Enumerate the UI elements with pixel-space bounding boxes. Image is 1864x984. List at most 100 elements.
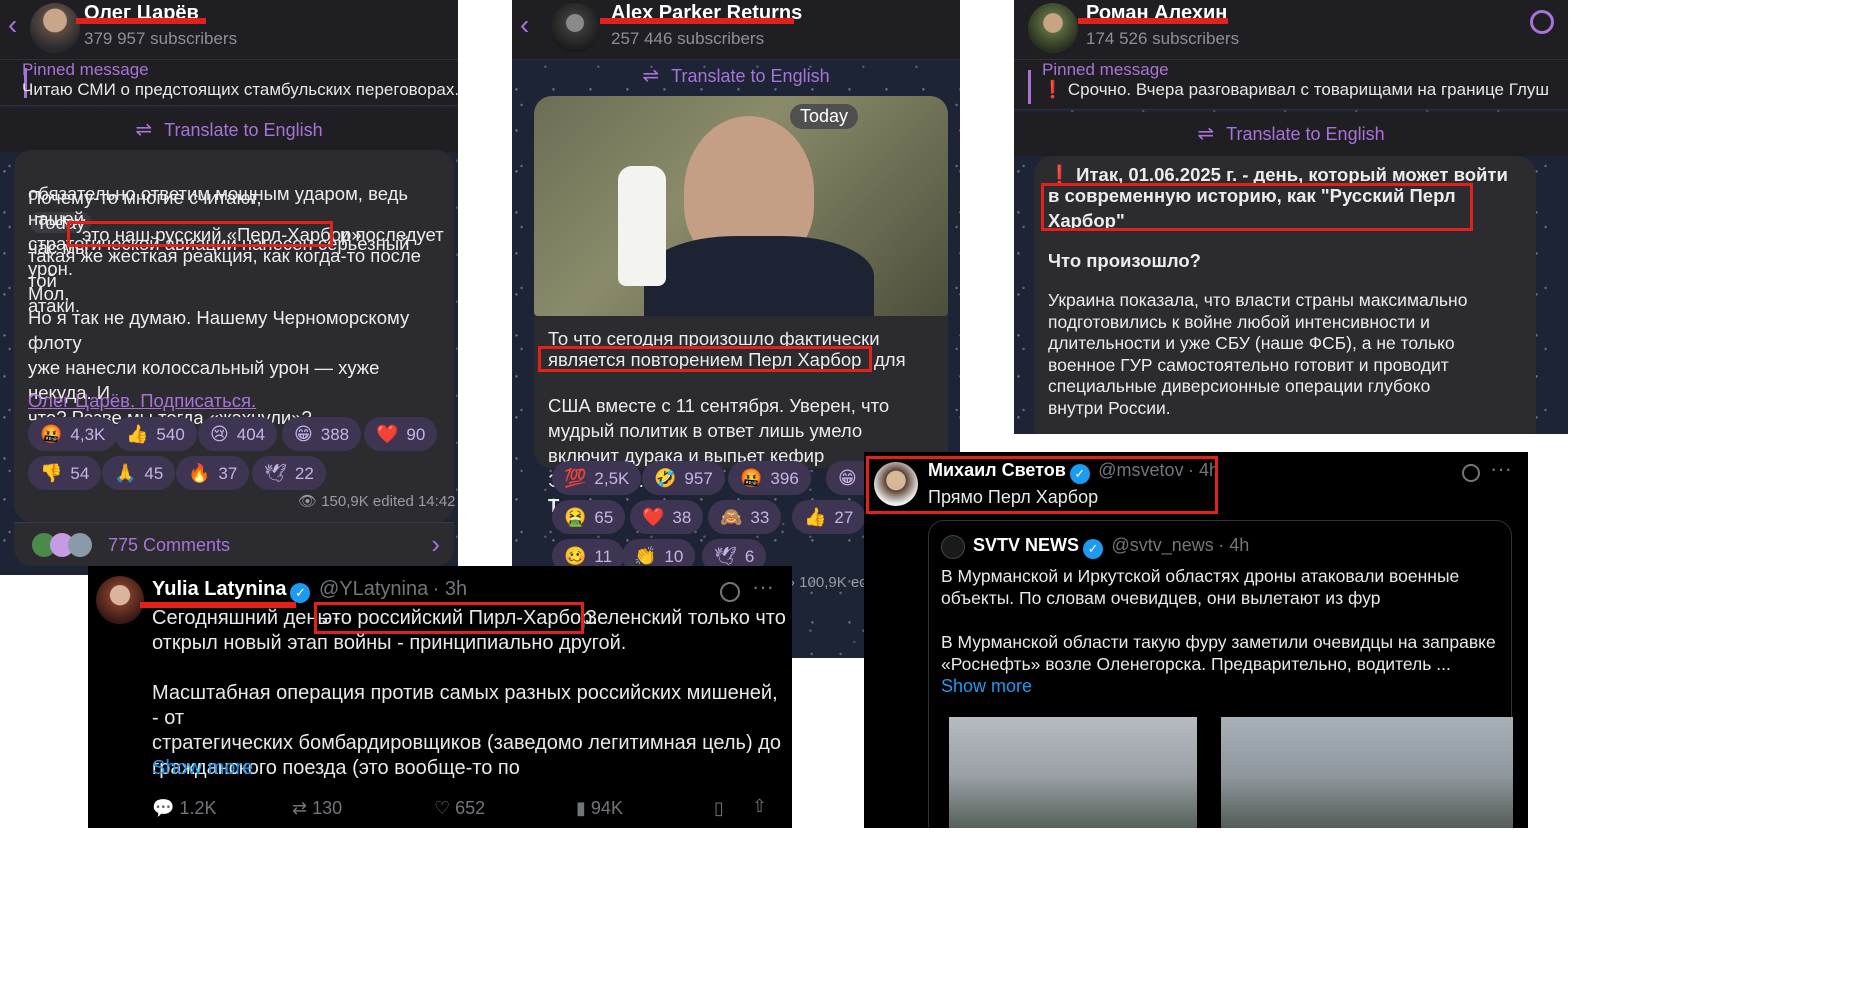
verified-badge-icon: ✓ xyxy=(1083,539,1104,559)
back-arrow-icon[interactable]: ‹ xyxy=(520,10,529,40)
translate-label: Translate to English xyxy=(1226,124,1385,144)
channel-header: Роман Алехин 174 526 subscribers xyxy=(1014,0,1568,60)
message-body: Украина показала, что власти страны макс… xyxy=(1048,290,1468,418)
back-arrow-icon[interactable]: ‹ xyxy=(8,10,17,40)
quoted-time: · 4h xyxy=(1218,535,1250,555)
reaction-count: 6 xyxy=(744,547,755,566)
quoted-image-1[interactable] xyxy=(949,717,1197,828)
channel-avatar[interactable] xyxy=(30,3,80,53)
show-more-link[interactable]: Show more xyxy=(152,757,253,780)
reaction-count: 65 xyxy=(594,508,614,527)
reaction-count: 4,3K xyxy=(70,425,106,444)
repost-icon: ⇄ xyxy=(292,798,308,818)
reaction-count: 2,5K xyxy=(594,469,630,488)
reaction-emoji-icon: ❤️ xyxy=(642,507,665,527)
like-count: 652 xyxy=(455,798,486,818)
reaction-chip[interactable]: 😢 404 xyxy=(198,417,278,451)
avatar[interactable] xyxy=(96,576,144,624)
more-icon[interactable]: ··· xyxy=(1490,456,1512,482)
translate-bar[interactable]: ⇌ Translate to English xyxy=(512,54,960,98)
translate-icon: ⇌ xyxy=(135,119,153,141)
reaction-emoji-icon: 🙈 xyxy=(720,507,743,527)
reaction-chip[interactable]: 👎 54 xyxy=(28,456,102,490)
reaction-chip[interactable]: 🤬 4,3K xyxy=(28,417,118,451)
grok-icon[interactable] xyxy=(720,582,740,602)
reaction-chip[interactable]: 🕊 22 xyxy=(252,456,326,490)
chevron-right-icon: › xyxy=(431,529,440,559)
more-icon[interactable]: ··· xyxy=(752,574,774,600)
reaction-chip[interactable]: 🙏 45 xyxy=(102,456,176,490)
author-name[interactable]: Yulia Latynina xyxy=(152,578,286,600)
pinned-text: Читаю СМИ о предстоящих стамбульских пер… xyxy=(22,80,458,99)
message-subheading: Что произошло? xyxy=(1048,250,1201,271)
show-more-link[interactable]: Show more xyxy=(941,676,1032,697)
quoted-tweet[interactable]: SVTV NEWS ✓ @svtv_news · 4h В Мурманской … xyxy=(928,520,1513,828)
repost-button[interactable]: ⇄ 130 xyxy=(292,798,342,819)
reaction-chip[interactable]: 🤮 65 xyxy=(552,500,626,534)
reaction-count: 396 xyxy=(770,469,799,488)
pinned-message-bar[interactable]: Pinned message ❗ Срочно. Вчера разговари… xyxy=(1014,60,1568,110)
bookmark-icon[interactable]: ▯ xyxy=(714,798,724,819)
tweet-svetov: Михаил Светов ✓ @msvetov · 4h Прямо Перл … xyxy=(864,452,1528,828)
reaction-chip[interactable]: 👍 27 xyxy=(792,500,866,534)
reaction-count: 10 xyxy=(664,547,684,566)
search-icon[interactable] xyxy=(1530,10,1554,34)
signature-link[interactable]: Олег Царёв. Подписаться. xyxy=(28,388,256,413)
reaction-chip[interactable]: ❤️ 90 xyxy=(364,417,438,451)
channel-avatar[interactable] xyxy=(1028,3,1078,53)
today-badge: Today xyxy=(790,104,859,129)
red-underline-annotation xyxy=(600,18,794,24)
author-handle[interactable]: @YLatynina xyxy=(319,578,428,600)
translate-label: Translate to English xyxy=(671,66,830,86)
share-icon[interactable]: ⇧ xyxy=(752,796,767,817)
repost-count: 130 xyxy=(312,798,343,818)
tweet-text-start: Сегодняшний день - xyxy=(152,607,341,629)
reaction-count: 38 xyxy=(672,508,692,527)
red-box-annotation xyxy=(1041,183,1473,231)
telegram-panel-tsarev: ‹ Олег Царёв 379 957 subscribers Pinned … xyxy=(0,0,458,575)
tweet-text-after: Зеленский только что xyxy=(585,607,786,629)
views-count: 94K xyxy=(590,798,623,818)
reaction-chip[interactable]: 🤬 396 xyxy=(728,461,811,495)
reaction-count: 27 xyxy=(834,508,854,527)
channel-avatar[interactable] xyxy=(550,3,600,53)
reaction-chip[interactable]: 😁 388 xyxy=(282,417,362,451)
reaction-chip[interactable]: 💯 2,5K xyxy=(552,461,642,495)
pinned-title: Pinned message xyxy=(22,60,149,79)
reaction-chip[interactable]: 👍 540 xyxy=(114,417,197,451)
reaction-emoji-icon: 😁 xyxy=(838,468,857,488)
pinned-message-bar[interactable]: Pinned message Читаю СМИ о предстоящих с… xyxy=(0,60,458,106)
comments-label: 775 Comments xyxy=(108,535,231,555)
reaction-chip[interactable]: 🙈 33 xyxy=(708,500,782,534)
quoted-image-2[interactable] xyxy=(1221,717,1513,828)
photo-suit xyxy=(644,236,874,316)
tweet-latynina: Yulia Latynina ✓ @YLatynina · 3h ··· Сего… xyxy=(88,566,792,828)
views-button[interactable]: ▮ 94K xyxy=(576,798,623,819)
pinned-title: Pinned message xyxy=(1042,60,1169,79)
translate-icon: ⇌ xyxy=(642,65,660,87)
message-photo[interactable]: Today xyxy=(534,96,948,316)
channel-header: ‹ Олег Царёв 379 957 subscribers xyxy=(0,0,458,60)
reaction-emoji-icon: 🕊 xyxy=(714,546,737,566)
quoted-paragraph-2: В Мурманской области такую фуру заметили… xyxy=(941,632,1496,674)
like-button[interactable]: ♡ 652 xyxy=(434,798,485,819)
comments-bar[interactable]: 775 Comments › xyxy=(14,522,454,566)
reaction-chip[interactable]: 🔥 37 xyxy=(176,456,250,490)
reaction-count: 11 xyxy=(594,547,613,566)
grok-icon[interactable] xyxy=(1462,464,1480,482)
heart-icon: ♡ xyxy=(434,798,451,818)
reply-icon: 💬 xyxy=(152,798,175,818)
reaction-chip[interactable]: ❤️ 38 xyxy=(630,500,704,534)
reaction-count: 388 xyxy=(320,425,350,444)
translate-bar[interactable]: ⇌ Translate to English xyxy=(1014,112,1568,156)
reaction-emoji-icon: 👏 xyxy=(634,546,657,566)
reaction-count: 957 xyxy=(684,469,713,488)
translate-bar[interactable]: ⇌ Translate to English xyxy=(0,108,458,152)
red-box-annotation xyxy=(866,456,1218,514)
photo-bottle xyxy=(618,166,666,286)
reaction-count: 54 xyxy=(70,464,90,483)
reply-button[interactable]: 💬 1.2K xyxy=(152,798,216,819)
reaction-count: 404 xyxy=(236,425,266,444)
reaction-emoji-icon: 🥴 xyxy=(564,546,587,566)
reaction-chip[interactable]: 🤣 957 xyxy=(642,461,725,495)
